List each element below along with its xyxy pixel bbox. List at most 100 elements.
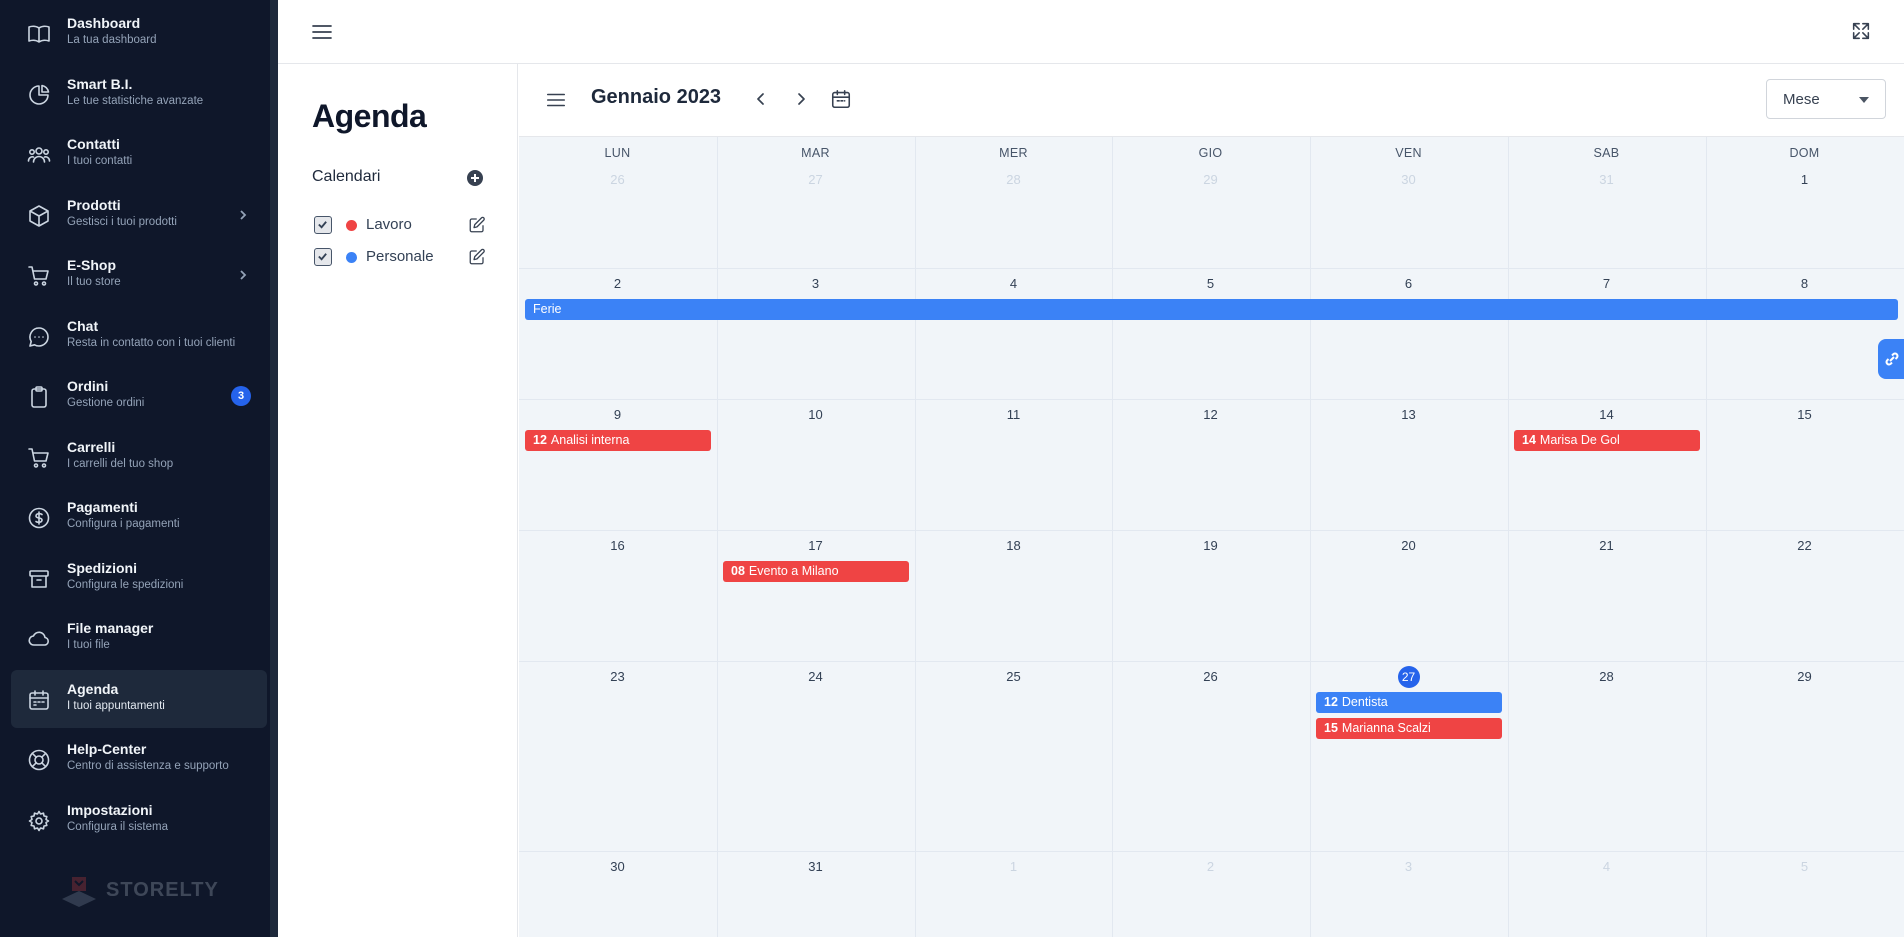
previous-month-chevron-left-icon[interactable]: [753, 91, 769, 107]
day-number[interactable]: 4: [1508, 859, 1705, 874]
day-number[interactable]: 10: [717, 407, 914, 422]
next-month-chevron-right-icon[interactable]: [793, 91, 809, 107]
calendar-event[interactable]: 12 Dentista: [1316, 692, 1502, 713]
sidebar-item-spedizioni[interactable]: Spedizioni Configura le spedizioni: [11, 549, 267, 607]
day-number[interactable]: 8: [1706, 276, 1903, 291]
sidebar-item-subtitle: Configura le spedizioni: [67, 578, 184, 591]
day-number[interactable]: 31: [717, 859, 914, 874]
day-number[interactable]: 23: [519, 669, 716, 684]
day-number[interactable]: 16: [519, 538, 716, 553]
day-number[interactable]: 12: [1112, 407, 1309, 422]
day-number[interactable]: 4: [915, 276, 1112, 291]
sidebar-item-file-manager[interactable]: File manager I tuoi file: [11, 609, 267, 667]
event-title: Marisa De Gol: [1539, 433, 1620, 447]
day-number[interactable]: 30: [1310, 172, 1507, 187]
edit-icon[interactable]: [468, 216, 486, 234]
day-number[interactable]: 7: [1508, 276, 1705, 291]
hamburger-menu-icon[interactable]: [310, 20, 334, 44]
calendar-event[interactable]: Ferie: [525, 299, 1898, 320]
day-number[interactable]: 26: [519, 172, 716, 187]
calendars-heading: Calendari: [312, 168, 381, 185]
sidebar-item-dashboard[interactable]: Dashboard La tua dashboard: [11, 4, 267, 62]
sidebar-item-subtitle: Gestisci i tuoi prodotti: [67, 215, 177, 228]
calendar-event[interactable]: 15 Marianna Scalzi: [1316, 718, 1502, 739]
sidebar-item-agenda[interactable]: Agenda I tuoi appuntamenti: [11, 669, 267, 728]
sidebar-item-text: Agenda I tuoi appuntamenti: [67, 680, 165, 714]
sidebar-scrollbar[interactable]: [270, 0, 278, 937]
grid-column-divider: [1310, 137, 1311, 937]
sidebar-item-contatti[interactable]: Contatti I tuoi contatti: [11, 125, 267, 183]
day-number[interactable]: 14: [1508, 407, 1705, 422]
calendar-event[interactable]: 12 Analisi interna: [525, 430, 711, 451]
day-number[interactable]: 13: [1310, 407, 1507, 422]
month-title: Gennaio 2023: [591, 86, 722, 108]
sidebar-item-smart-b-i[interactable]: Smart B.I. Le tue statistiche avanzate: [11, 65, 267, 123]
calendar-panel: Gennaio 2023 Mese LUN MAR MER GIO VEN SAB DOM 2…: [519, 64, 1904, 937]
grid-row-divider: [519, 851, 1904, 852]
day-number[interactable]: 20: [1310, 538, 1507, 553]
sidebar-item-e-shop[interactable]: E-Shop Il tuo store: [11, 246, 267, 304]
sidebar-item-ordini[interactable]: Ordini Gestione ordini 3: [11, 367, 267, 425]
day-number[interactable]: 11: [915, 407, 1112, 422]
day-number[interactable]: 22: [1706, 538, 1903, 553]
calendar-picker-icon[interactable]: [830, 88, 852, 110]
edit-icon[interactable]: [468, 248, 486, 266]
dollar-icon: [27, 506, 51, 530]
day-number[interactable]: 30: [519, 859, 716, 874]
sidebar-item-impostazioni[interactable]: Impostazioni Configura il sistema: [11, 791, 267, 849]
calendar-checkbox-lavoro[interactable]: [314, 216, 332, 234]
day-number[interactable]: 18: [915, 538, 1112, 553]
day-number[interactable]: 2: [519, 276, 716, 291]
day-number[interactable]: 2: [1112, 859, 1309, 874]
orders-count-badge: 3: [231, 386, 251, 406]
event-time: 15: [1324, 721, 1338, 735]
day-number[interactable]: 1: [1706, 172, 1903, 187]
day-number[interactable]: 25: [915, 669, 1112, 684]
calendar-event[interactable]: 14 Marisa De Gol: [1514, 430, 1700, 451]
sidebar-item-text: Smart B.I. Le tue statistiche avanzate: [67, 75, 203, 109]
sidebar-item-carrelli[interactable]: Carrelli I carrelli del tuo shop: [11, 428, 267, 486]
side-link-tab[interactable]: [1878, 339, 1904, 379]
day-number[interactable]: 27: [1310, 666, 1507, 688]
calendar-checkbox-personale[interactable]: [314, 248, 332, 266]
day-number[interactable]: 5: [1112, 276, 1309, 291]
sidebar-item-subtitle: La tua dashboard: [67, 34, 157, 46]
day-number[interactable]: 29: [1112, 172, 1309, 187]
day-number[interactable]: 21: [1508, 538, 1705, 553]
day-number[interactable]: 9: [519, 407, 716, 422]
day-number[interactable]: 3: [717, 276, 914, 291]
view-select[interactable]: Mese: [1766, 79, 1886, 119]
day-number[interactable]: 29: [1706, 669, 1903, 684]
day-number[interactable]: 28: [1508, 669, 1705, 684]
day-number[interactable]: 26: [1112, 669, 1309, 684]
sidebar-item-prodotti[interactable]: Prodotti Gestisci i tuoi prodotti: [11, 186, 267, 244]
day-number[interactable]: 19: [1112, 538, 1309, 553]
add-calendar-button[interactable]: [467, 170, 483, 186]
users-icon: [27, 143, 51, 167]
day-number[interactable]: 1: [915, 859, 1112, 874]
check-icon: [318, 253, 327, 261]
calendar-color-dot: [346, 220, 357, 231]
sidebar-item-chat[interactable]: Chat Resta in contatto con i tuoi clienti: [11, 307, 267, 365]
event-title: Ferie: [533, 302, 562, 316]
day-number[interactable]: 24: [717, 669, 914, 684]
day-number[interactable]: 3: [1310, 859, 1507, 874]
grid-column-divider: [1112, 137, 1113, 937]
sidebar-item-pagamenti[interactable]: Pagamenti Configura i pagamenti: [11, 488, 267, 546]
sidebar-item-help-center[interactable]: Help-Center Centro di assistenza e suppor…: [11, 730, 267, 788]
today-marker: 27: [1397, 666, 1420, 688]
calendar-event[interactable]: 08 Evento a Milano: [723, 561, 909, 582]
day-number[interactable]: 5: [1706, 859, 1903, 874]
day-number[interactable]: 28: [915, 172, 1112, 187]
day-number[interactable]: 31: [1508, 172, 1705, 187]
sidebar-item-subtitle: Configura il sistema: [67, 820, 168, 833]
event-title: Marianna Scalzi: [1341, 721, 1431, 735]
sidebar-item-text: E-Shop Il tuo store: [67, 256, 121, 290]
calendar-menu-icon[interactable]: [545, 89, 567, 111]
fullscreen-icon[interactable]: [1850, 20, 1872, 42]
day-number[interactable]: 6: [1310, 276, 1507, 291]
day-number[interactable]: 27: [717, 172, 914, 187]
day-number[interactable]: 15: [1706, 407, 1903, 422]
chevron-right-icon: [237, 208, 249, 222]
day-number[interactable]: 17: [717, 538, 914, 553]
